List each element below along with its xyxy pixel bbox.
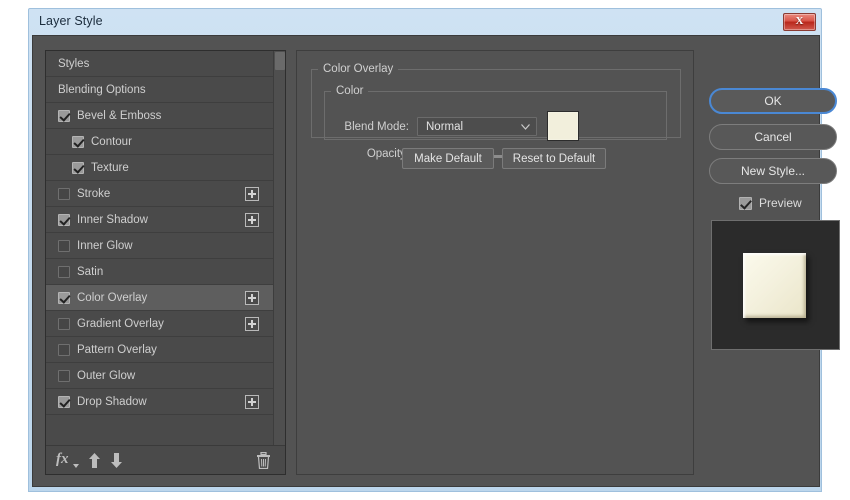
new-style-button[interactable]: New Style...: [709, 158, 837, 184]
title-bar[interactable]: Layer Style X: [29, 9, 821, 35]
checkbox-pattern-overlay[interactable]: [58, 344, 70, 356]
trash-icon[interactable]: [256, 452, 271, 474]
blend-mode-value: Normal: [426, 121, 463, 133]
close-icon: X: [784, 15, 815, 27]
style-row-label: Contour: [91, 136, 132, 148]
style-row-color-overlay[interactable]: Color Overlay: [46, 285, 274, 311]
style-row-label: Inner Glow: [77, 240, 133, 252]
arrow-up-icon[interactable]: [88, 453, 101, 468]
checkbox-outer-glow[interactable]: [58, 370, 70, 382]
checkbox-drop-shadow[interactable]: [58, 396, 70, 408]
checkbox-inner-glow[interactable]: [58, 240, 70, 252]
layer-style-dialog: Layer Style X Styles Blending Options Beve…: [28, 8, 822, 492]
make-default-button[interactable]: Make Default: [402, 148, 494, 169]
add-effect-button[interactable]: [245, 395, 259, 409]
list-empty-area: [46, 415, 274, 445]
style-row-label: Color Overlay: [77, 292, 147, 304]
color-subgroup: Color Blend Mode: Normal Opacity: %: [324, 85, 667, 140]
preview-toggle[interactable]: Preview: [739, 196, 802, 210]
style-row-inner-shadow[interactable]: Inner Shadow: [46, 207, 274, 233]
checkbox-color-overlay[interactable]: [58, 292, 70, 304]
reset-to-default-button[interactable]: Reset to Default: [502, 148, 606, 169]
style-row-label: Bevel & Emboss: [77, 110, 161, 122]
preview-checkbox[interactable]: [739, 197, 752, 210]
add-effect-button[interactable]: [245, 187, 259, 201]
style-row-satin[interactable]: Satin: [46, 259, 274, 285]
color-overlay-group-title: Color Overlay: [318, 63, 398, 75]
style-row-label: Inner Shadow: [77, 214, 148, 226]
style-row-gradient-overlay[interactable]: Gradient Overlay: [46, 311, 274, 337]
add-effect-button[interactable]: [245, 213, 259, 227]
styles-toolbar: fx: [46, 445, 285, 474]
add-effect-button[interactable]: [245, 291, 259, 305]
style-row-label: Drop Shadow: [77, 396, 147, 408]
fx-effects-icon[interactable]: fx: [56, 451, 69, 468]
add-effect-button[interactable]: [245, 317, 259, 331]
checkbox-stroke[interactable]: [58, 188, 70, 200]
style-row-label: Stroke: [77, 188, 110, 200]
style-row-contour[interactable]: Contour: [46, 129, 274, 155]
ok-button[interactable]: OK: [709, 88, 837, 114]
checkbox-inner-shadow[interactable]: [58, 214, 70, 226]
style-row-label: Blending Options: [58, 84, 146, 96]
checkbox-texture[interactable]: [72, 162, 84, 174]
color-overlay-group: Color Overlay Color Blend Mode: Normal O…: [311, 63, 681, 138]
style-row-label: Outer Glow: [77, 370, 135, 382]
style-row-inner-glow[interactable]: Inner Glow: [46, 233, 274, 259]
checkbox-bevel-emboss[interactable]: [58, 110, 70, 122]
options-panel: Color Overlay Color Blend Mode: Normal O…: [296, 50, 694, 475]
fx-dropdown-caret-icon[interactable]: [73, 464, 79, 468]
style-row-drop-shadow[interactable]: Drop Shadow: [46, 389, 274, 415]
style-row-stroke[interactable]: Stroke: [46, 181, 274, 207]
dialog-body: Styles Blending Options Bevel & Emboss Cont…: [32, 35, 820, 487]
close-button[interactable]: X: [783, 13, 816, 31]
style-row-label: Satin: [77, 266, 103, 278]
overlay-color-swatch[interactable]: [547, 111, 579, 141]
styles-scrollbar[interactable]: [273, 51, 285, 446]
chevron-down-icon: [521, 124, 530, 130]
style-row-label: Texture: [91, 162, 129, 174]
styles-panel: Styles Blending Options Bevel & Emboss Cont…: [45, 50, 286, 475]
style-row-blending-options[interactable]: Blending Options: [46, 77, 274, 103]
color-subgroup-title: Color: [331, 85, 368, 97]
blend-mode-select[interactable]: Normal: [417, 117, 537, 136]
styles-list[interactable]: Styles Blending Options Bevel & Emboss Cont…: [46, 51, 285, 446]
style-row-styles[interactable]: Styles: [46, 51, 274, 77]
cancel-button[interactable]: Cancel: [709, 124, 837, 150]
checkbox-contour[interactable]: [72, 136, 84, 148]
window-title: Layer Style: [39, 14, 103, 28]
scrollbar-thumb[interactable]: [275, 52, 285, 70]
style-row-label: Pattern Overlay: [77, 344, 157, 356]
preview-thumbnail: [711, 220, 840, 350]
preview-shape: [743, 253, 806, 318]
style-row-bevel-emboss[interactable]: Bevel & Emboss: [46, 103, 274, 129]
blend-mode-label: Blend Mode:: [335, 121, 409, 133]
styles-rows: Styles Blending Options Bevel & Emboss Cont…: [46, 51, 285, 415]
style-row-outer-glow[interactable]: Outer Glow: [46, 363, 274, 389]
style-row-label: Styles: [58, 58, 89, 70]
checkbox-gradient-overlay[interactable]: [58, 318, 70, 330]
style-row-label: Gradient Overlay: [77, 318, 164, 330]
arrow-down-icon[interactable]: [110, 453, 123, 468]
checkbox-satin[interactable]: [58, 266, 70, 278]
style-row-pattern-overlay[interactable]: Pattern Overlay: [46, 337, 274, 363]
style-row-texture[interactable]: Texture: [46, 155, 274, 181]
preview-label: Preview: [759, 196, 802, 210]
opacity-label: Opacity:: [335, 148, 409, 160]
